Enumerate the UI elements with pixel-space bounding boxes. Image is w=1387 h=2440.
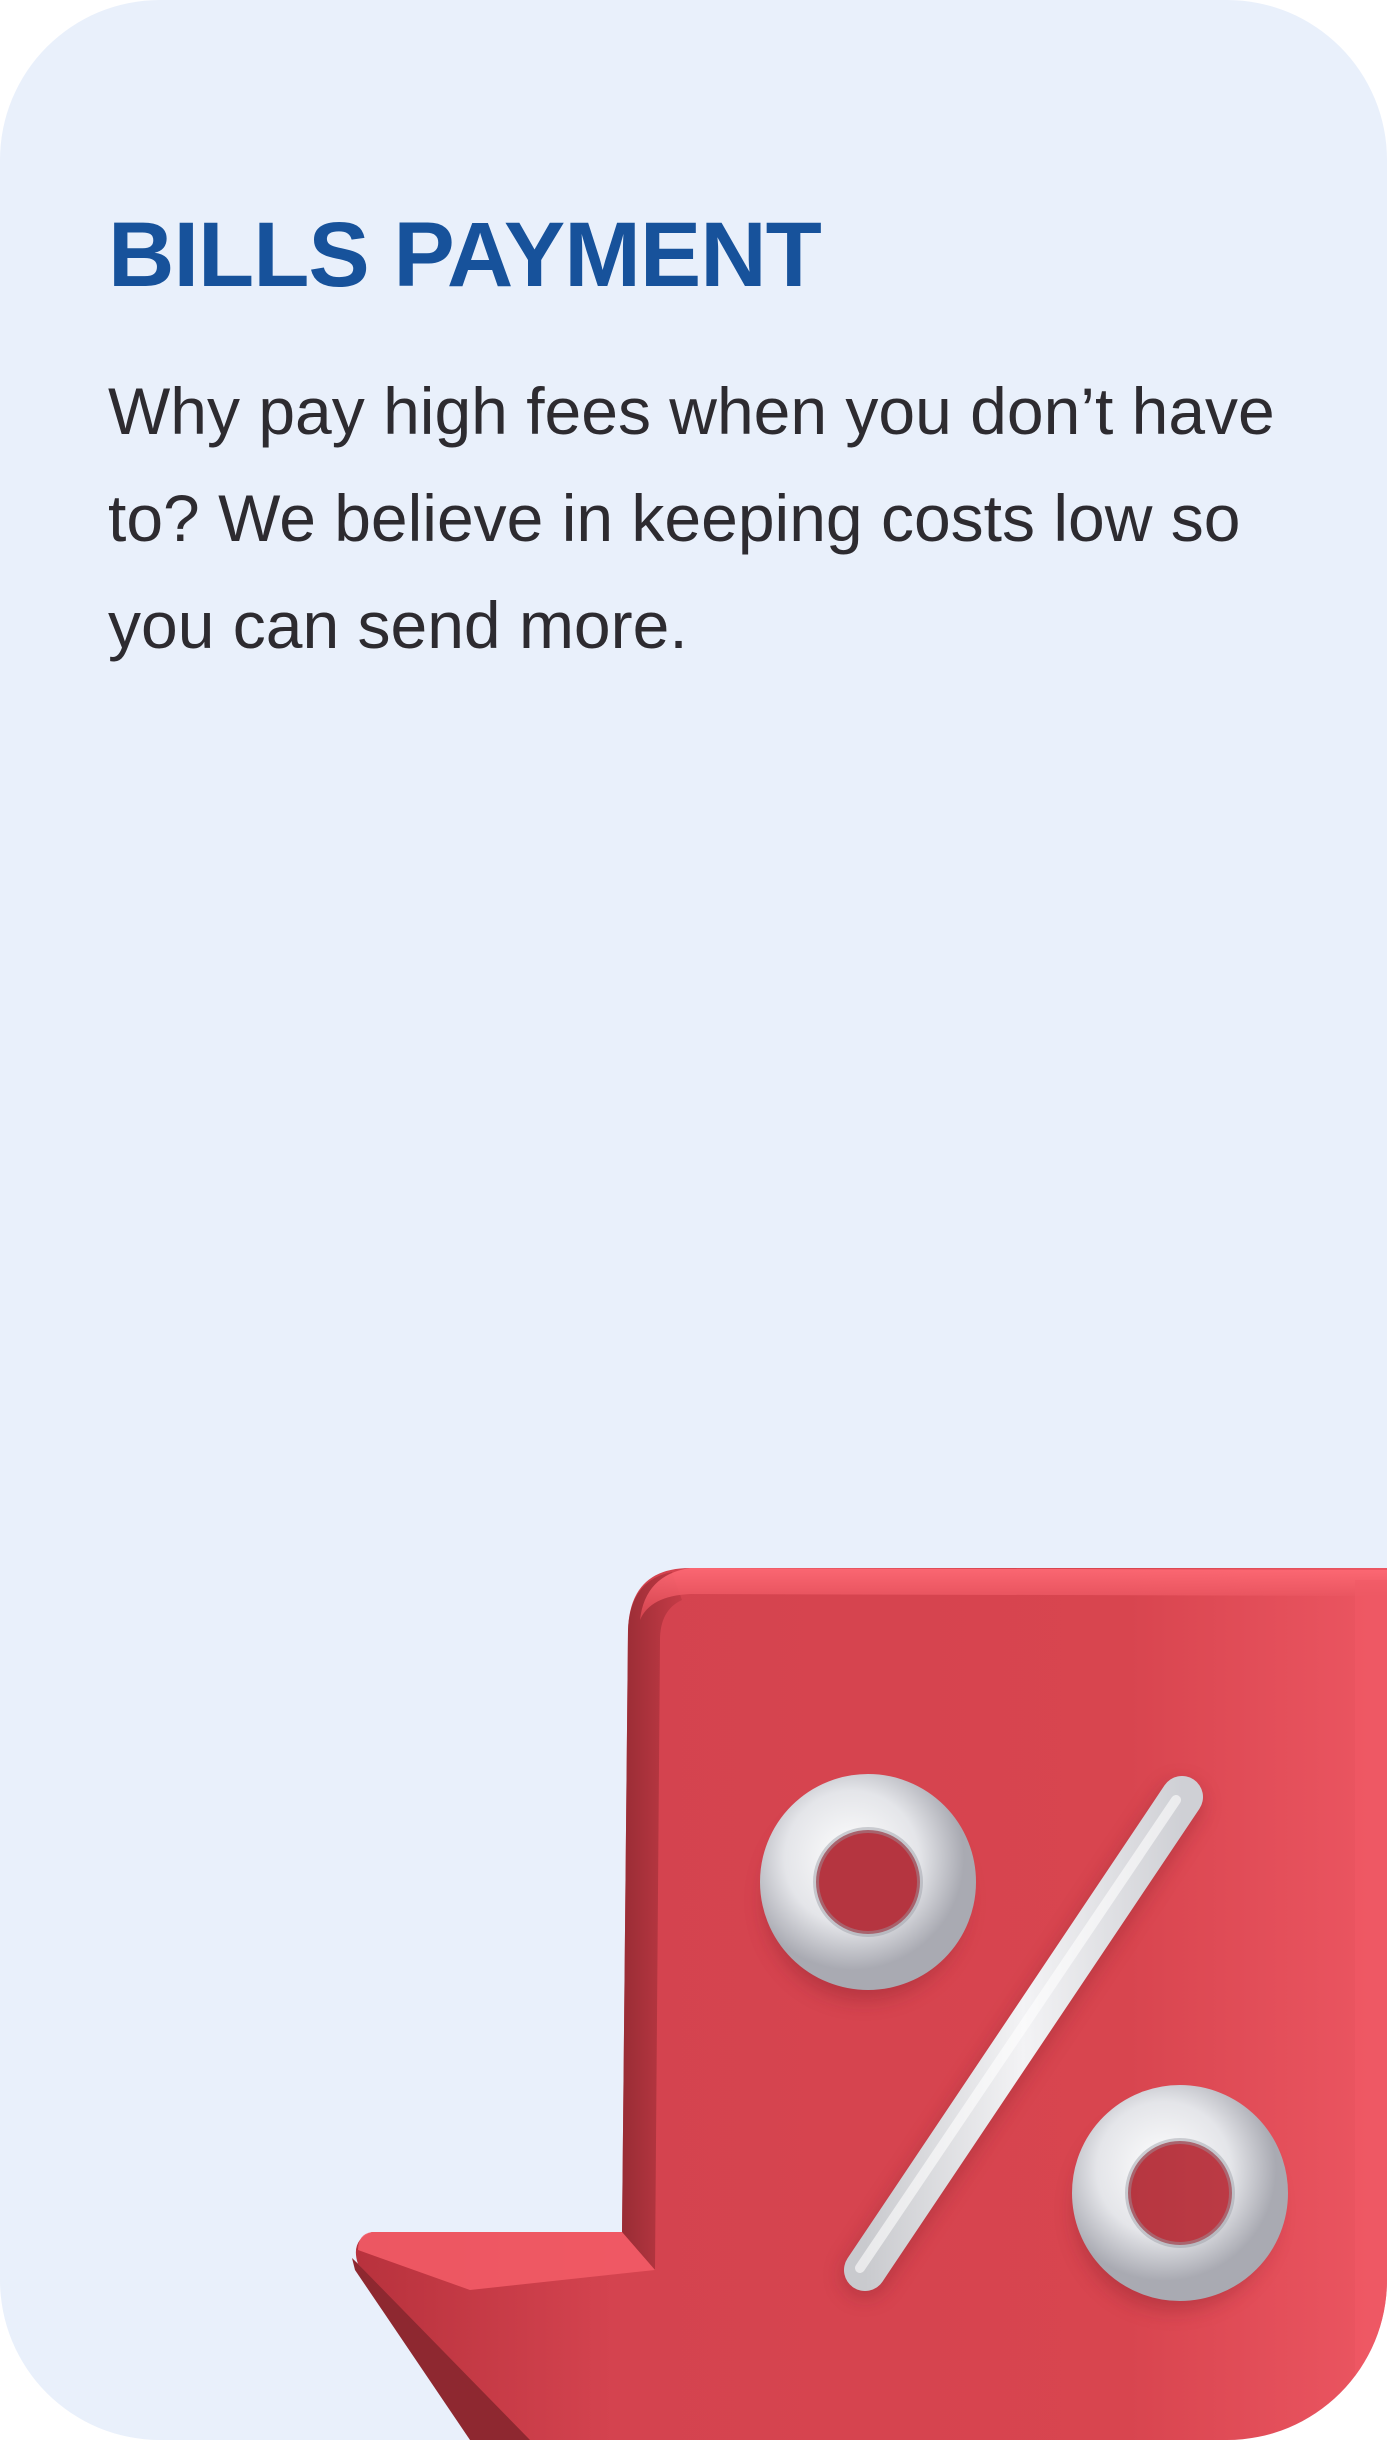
- bills-payment-card[interactable]: BILLS PAYMENT Why pay high fees when you…: [0, 0, 1387, 2440]
- card-description: Why pay high fees when you don’t have to…: [108, 374, 1275, 662]
- card-title: BILLS PAYMENT: [108, 204, 822, 306]
